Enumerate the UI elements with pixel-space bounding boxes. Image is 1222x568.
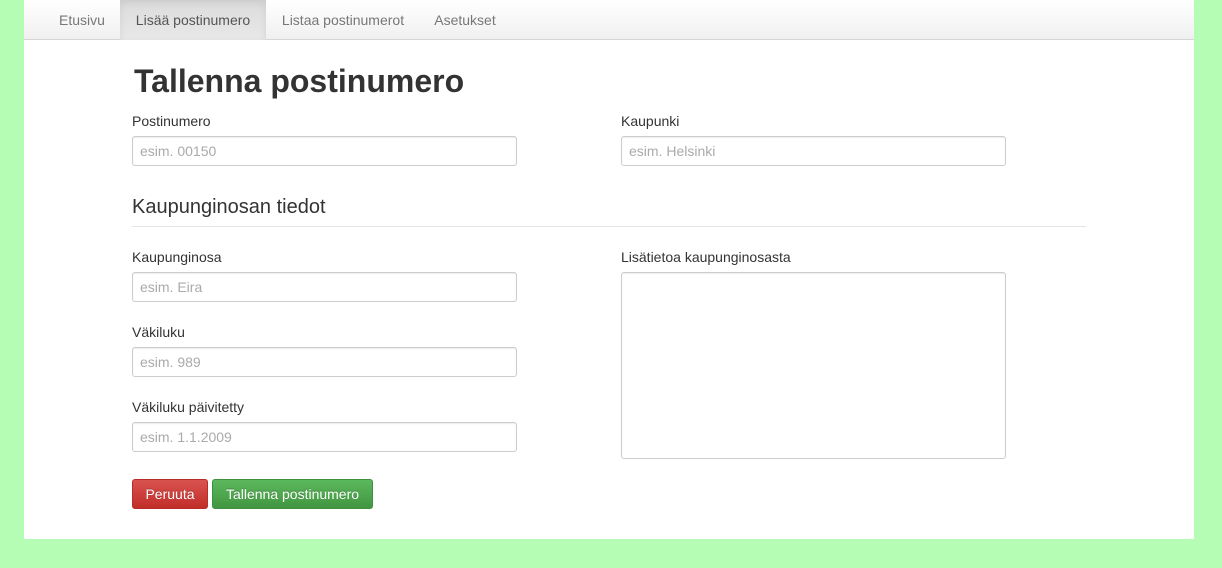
nav-item-lisaa-postinumero[interactable]: Lisää postinumero: [120, 0, 266, 40]
district-info-textarea[interactable]: [621, 272, 1006, 459]
postal-code-label: Postinumero: [132, 113, 211, 129]
nav-item-etusivu[interactable]: Etusivu: [44, 0, 120, 40]
city-input[interactable]: [621, 136, 1006, 166]
district-input[interactable]: [132, 272, 517, 302]
district-info-label: Lisätietoa kaupunginosasta: [621, 249, 791, 265]
population-updated-input[interactable]: [132, 422, 517, 452]
city-label: Kaupunki: [621, 113, 680, 129]
save-postal-code-button[interactable]: Tallenna postinumero: [212, 479, 373, 509]
population-label: Väkiluku: [132, 324, 185, 340]
page-title: Tallenna postinumero: [134, 63, 465, 99]
district-label: Kaupunginosa: [132, 249, 222, 265]
cancel-button[interactable]: Peruuta: [132, 479, 208, 509]
population-input[interactable]: [132, 347, 517, 377]
section-divider: [132, 226, 1086, 227]
nav-item-listaa-postinumerot[interactable]: Listaa postinumerot: [266, 0, 420, 40]
top-navbar: Etusivu Lisää postinumero Listaa postinu…: [24, 0, 1194, 40]
main-container: Etusivu Lisää postinumero Listaa postinu…: [24, 0, 1194, 539]
postal-code-input[interactable]: [132, 136, 517, 166]
population-updated-label: Väkiluku päivitetty: [132, 399, 245, 415]
district-section-title: Kaupunginosan tiedot: [132, 196, 326, 218]
nav-item-asetukset[interactable]: Asetukset: [420, 0, 510, 40]
